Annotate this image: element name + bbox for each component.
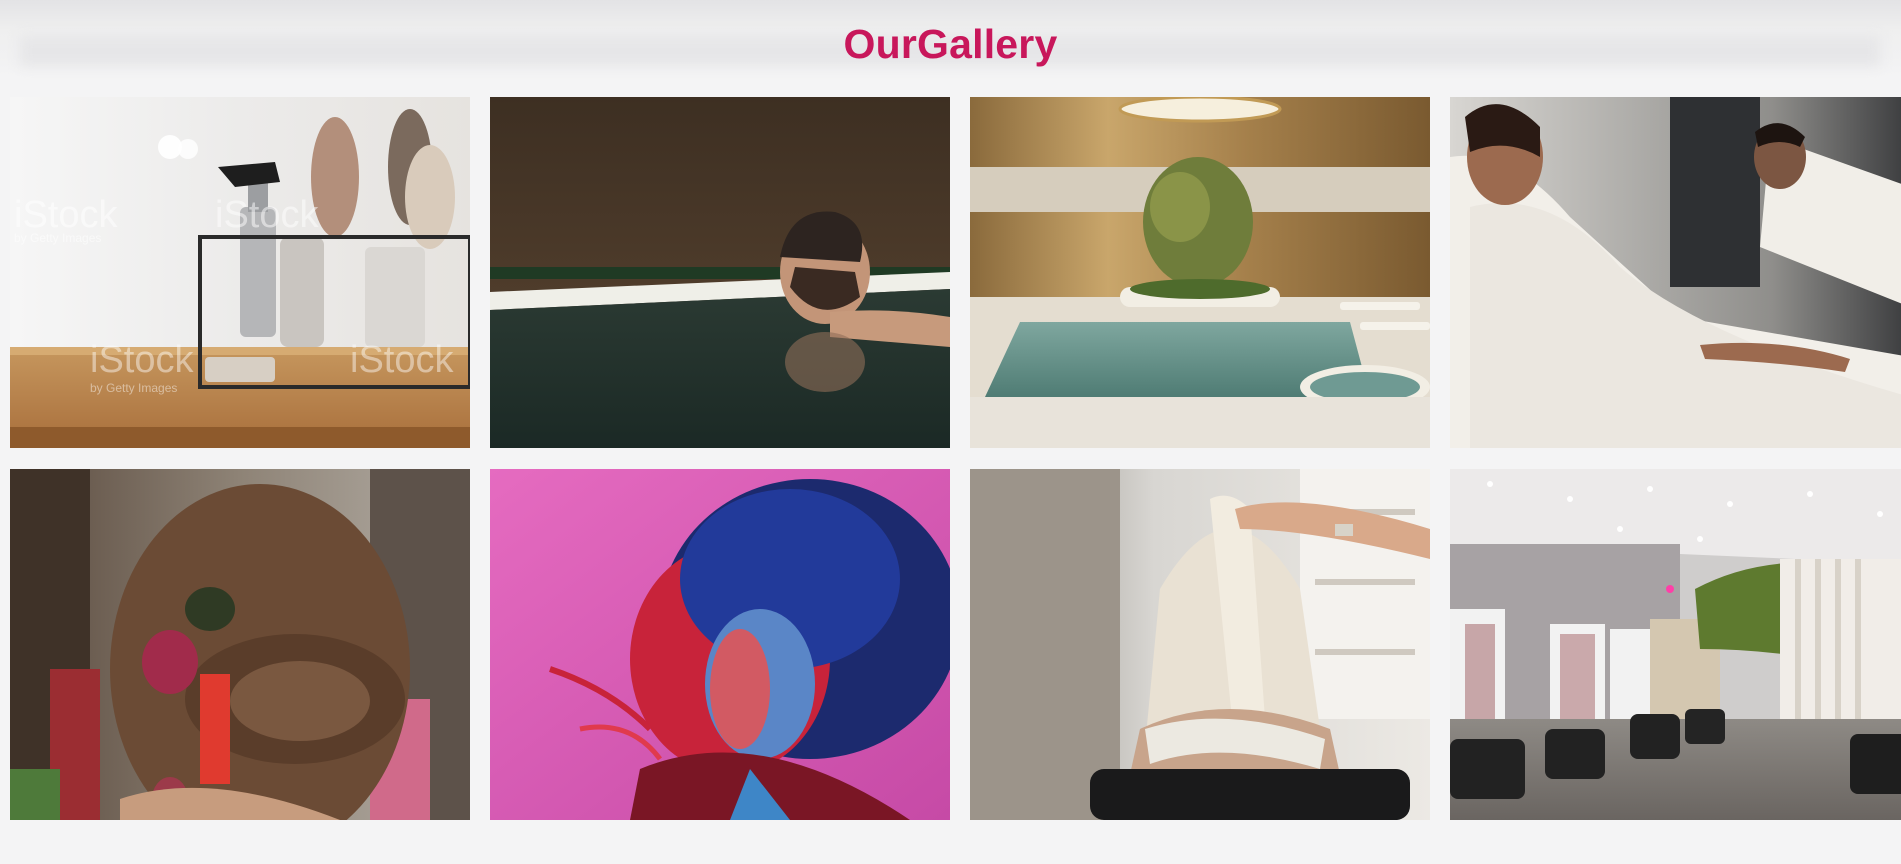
gallery-image: iStock by Getty Images iStock iStock by … <box>10 97 470 448</box>
watermark-subtext: by Getty Images <box>14 231 101 245</box>
watermark-text: iStock <box>90 339 194 381</box>
gallery-image <box>970 97 1430 448</box>
page: OurGallery iStock by Getty Images iStock… <box>0 0 1901 864</box>
gallery-image <box>490 97 950 448</box>
gallery-item-hair-tools[interactable]: iStock by Getty Images iStock iStock by … <box>10 97 470 448</box>
watermark-text: iStock <box>14 194 118 236</box>
gallery-item-curly-hair[interactable] <box>490 469 950 820</box>
watermark-text: iStock <box>215 194 319 236</box>
gallery-image <box>1450 469 1901 820</box>
gallery-item-hair-bun[interactable] <box>10 469 470 820</box>
gallery-item-spa-pool[interactable] <box>970 97 1430 448</box>
gallery-grid: iStock by Getty Images iStock iStock by … <box>10 97 1901 820</box>
gallery-image <box>10 469 470 820</box>
gallery-item-bathrobe-relax[interactable] <box>1450 97 1901 448</box>
watermark-text: iStock <box>350 339 454 381</box>
gallery-item-blonde-hair[interactable] <box>970 469 1430 820</box>
gallery-title: OurGallery <box>843 21 1058 68</box>
gallery-image <box>490 469 950 820</box>
gallery-item-pool-relax[interactable] <box>490 97 950 448</box>
watermark-subtext: by Getty Images <box>90 381 177 395</box>
gallery-image <box>1450 97 1901 448</box>
gallery-item-salon-interior[interactable] <box>1450 469 1901 820</box>
gallery-image <box>970 469 1430 820</box>
